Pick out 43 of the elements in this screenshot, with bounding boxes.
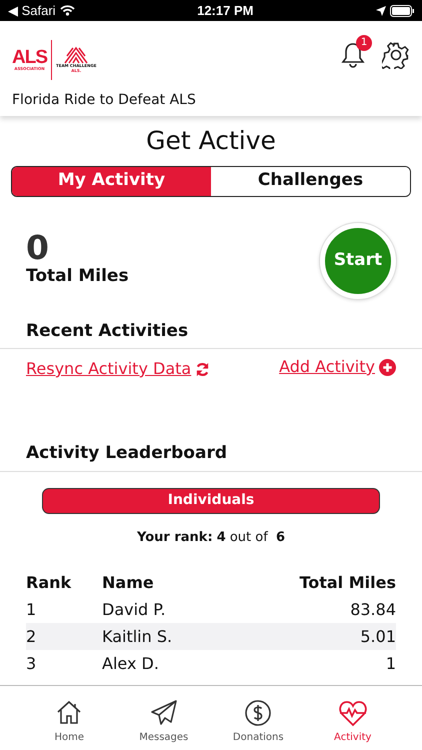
paper-plane-icon: [148, 698, 179, 728]
heart-pulse-icon: [338, 698, 368, 728]
column-header: Name: [102, 572, 155, 594]
table-cell-text: Kaitlin S.: [102, 626, 174, 648]
tab-bar-item[interactable]: Donations: [211, 686, 306, 750]
battery-icon: [390, 4, 414, 16]
table-cell-text: 2: [26, 626, 38, 648]
logo-text: ALS: [12, 48, 47, 68]
event-name: Florida Ride to Defeat ALS: [12, 91, 197, 110]
add-activity-link[interactable]: Add Activity: [279, 355, 396, 379]
dollar-circle-icon: [243, 698, 274, 728]
settings-icon: [382, 41, 410, 69]
table-cell-text: Alex D.: [102, 652, 160, 674]
notification-count: 1: [356, 35, 372, 51]
table-cell-text: 3: [26, 652, 38, 674]
column-header: Rank: [26, 572, 72, 594]
refresh-icon: [195, 362, 210, 376]
tab-bar-item[interactable]: Home: [22, 686, 116, 750]
segment-tab[interactable]: My Activity: [12, 166, 211, 196]
individuals-button[interactable]: Individuals: [42, 488, 380, 514]
start-button[interactable]: Start: [320, 222, 396, 298]
clock: 12:17 PM: [197, 2, 254, 20]
table-cell-text: 1: [26, 598, 38, 620]
section-title: Recent Activities: [0, 318, 422, 349]
back-to-app-link[interactable]: ◀ Safari: [8, 0, 56, 20]
section-title: Activity Leaderboard: [0, 441, 422, 472]
plus-circle-icon: [379, 358, 396, 376]
total-miles-value: 0: [26, 231, 50, 264]
wifi-icon: [60, 5, 75, 16]
resync-link[interactable]: Resync Activity Data: [26, 357, 210, 381]
table-cell-text: David P.: [102, 598, 167, 620]
location-icon: [376, 6, 386, 16]
table-cell-text: 83.84: [350, 598, 396, 620]
table-cell-text: 1: [386, 652, 396, 674]
total-miles-label: Total Miles: [26, 265, 129, 288]
column-header: Total Miles: [299, 572, 396, 594]
page-title: Get Active: [145, 125, 277, 157]
logo-mark-icon: [63, 46, 90, 64]
rank-summary: Your rank: 4 out of 6: [136, 528, 286, 546]
tab-bar-item[interactable]: Activity: [306, 686, 400, 750]
table-cell-text: 5.01: [360, 626, 396, 648]
tab-bar-item[interactable]: Messages: [116, 686, 211, 750]
settings-button[interactable]: [382, 41, 410, 69]
